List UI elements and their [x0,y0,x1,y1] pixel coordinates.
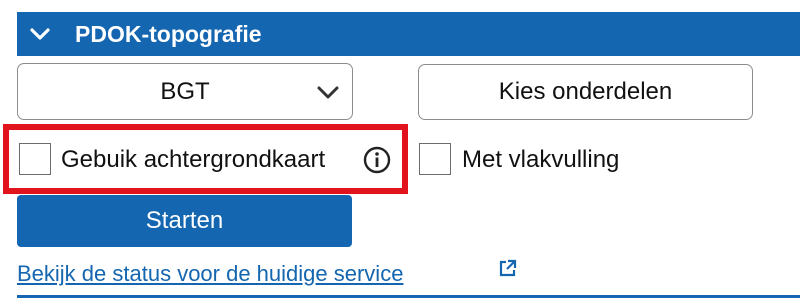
start-button[interactable]: Starten [17,195,352,247]
info-icon[interactable] [362,145,392,175]
pdok-topography-panel: PDOK-topografie BGT Kies onderdelen Gebu… [0,0,800,300]
panel-title: PDOK-topografie [75,21,262,47]
external-link-icon[interactable] [498,258,518,278]
background-map-checkbox[interactable] [19,143,51,175]
service-status-link[interactable]: Bekijk de status voor de huidige service [17,261,403,287]
chevron-down-icon[interactable] [29,23,51,45]
panel-header[interactable]: PDOK-topografie [17,12,800,56]
dataset-select[interactable]: BGT [17,63,353,120]
section-divider [17,295,800,298]
choose-parts-button[interactable]: Kies onderdelen [418,64,753,120]
background-map-label[interactable]: Gebuik achtergrondkaart [61,146,325,174]
area-fill-checkbox[interactable] [419,143,451,175]
dataset-select-value: BGT [160,78,210,105]
area-fill-label[interactable]: Met vlakvulling [462,146,619,174]
chevron-down-icon [317,86,339,99]
